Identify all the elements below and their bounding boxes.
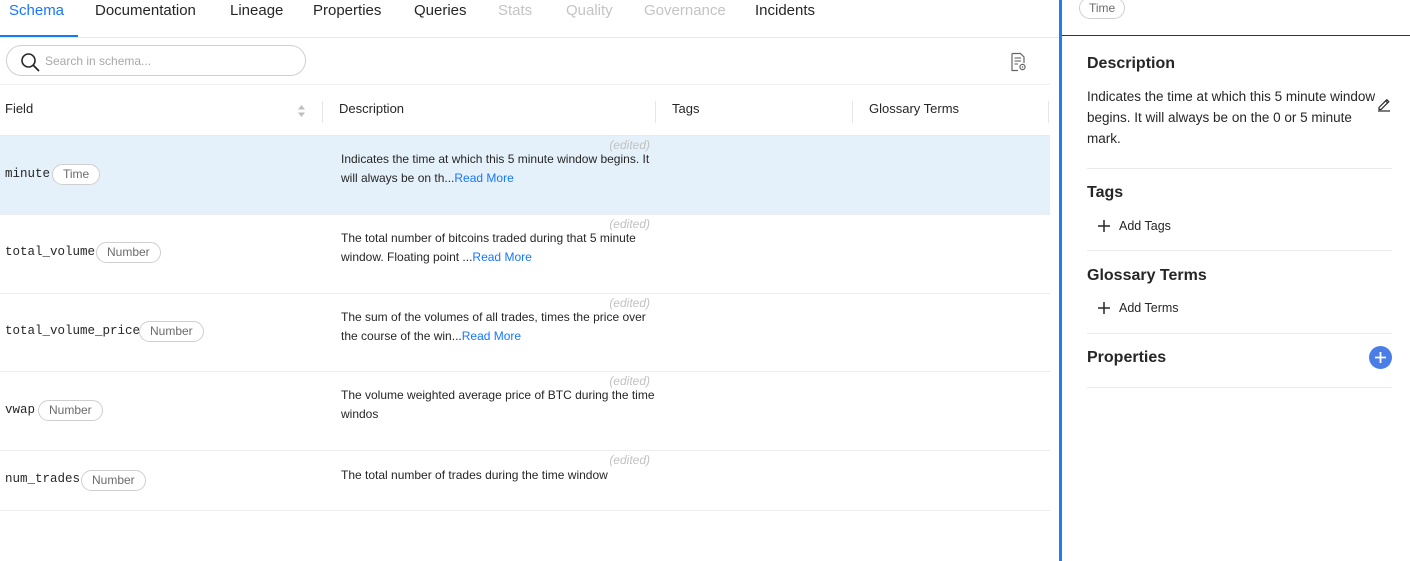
magnifier-icon — [21, 53, 40, 72]
table-row[interactable]: num_trades Number (edited) The total num… — [0, 451, 1050, 511]
description-text: The total number of trades during the ti… — [341, 468, 608, 482]
section-divider — [1087, 250, 1392, 251]
tab-governance: Governance — [644, 2, 726, 19]
active-tab-indicator — [0, 35, 78, 37]
document-settings-icon[interactable] — [1008, 52, 1028, 72]
description-column-header: Description — [339, 101, 405, 116]
field-name: vwap — [5, 403, 36, 417]
type-badge: Number — [38, 400, 103, 421]
type-badge: Number — [81, 470, 146, 491]
field-description: The sum of the volumes of all trades, ti… — [341, 308, 661, 346]
tab-documentation[interactable]: Documentation — [95, 1, 196, 21]
glossary-column-header: Glossary Terms — [869, 101, 960, 116]
table-header: Field Description Tags Glossary Terms — [0, 84, 1050, 136]
section-divider — [1087, 168, 1392, 169]
description-text: The volume weighted average price of BTC… — [341, 388, 655, 421]
description-section-title: Description — [1087, 55, 1176, 72]
description-text: Indicates the time at which this 5 minut… — [1087, 89, 1376, 146]
column-separator — [655, 101, 656, 123]
panel-header-divider — [1062, 35, 1410, 36]
entity-tabs: Schema Documentation Lineage Properties … — [0, 0, 1060, 38]
field-description: The volume weighted average price of BTC… — [341, 386, 661, 424]
schema-search[interactable] — [6, 45, 306, 76]
column-separator — [322, 101, 323, 123]
field-name: total_volume_price — [5, 324, 141, 338]
tags-section-title: Tags — [1087, 184, 1124, 201]
table-row[interactable]: vwap Number (edited) The volume weighted… — [0, 372, 1050, 451]
field-column-header[interactable]: Field — [5, 101, 33, 116]
type-badge: Number — [139, 321, 204, 342]
table-row[interactable]: total_volume_price Number (edited) The s… — [0, 294, 1050, 372]
section-divider — [1087, 333, 1392, 334]
type-badge: Time — [52, 164, 101, 185]
tags-column-header: Tags — [672, 101, 700, 116]
field-description: The total number of trades during the ti… — [341, 466, 661, 485]
schema-pane: Schema Documentation Lineage Properties … — [0, 0, 1060, 561]
add-terms-label: Add Terms — [1119, 301, 1179, 315]
table-row[interactable]: total_volume Number (edited) The total n… — [0, 215, 1050, 294]
read-more-link[interactable]: Read More — [472, 250, 531, 264]
field-name: total_volume — [5, 245, 96, 259]
field-name: minute — [5, 167, 51, 181]
schema-page: Schema Documentation Lineage Properties … — [0, 0, 1410, 561]
type-badge: Time — [1079, 0, 1126, 19]
field-name: num_trades — [5, 472, 81, 486]
field-description: The total number of bitcoins traded duri… — [341, 229, 661, 267]
add-tags-label: Add Tags — [1119, 219, 1171, 233]
plus-icon — [1098, 302, 1110, 314]
section-divider — [1087, 387, 1392, 388]
table-row[interactable]: minute Time (edited) Indicates the time … — [0, 136, 1050, 215]
search-input[interactable] — [45, 50, 295, 72]
type-badge: Number — [96, 242, 161, 263]
tab-queries[interactable]: Queries — [414, 1, 467, 21]
tab-lineage[interactable]: Lineage — [230, 1, 283, 21]
read-more-link[interactable]: Read More — [462, 329, 521, 343]
plus-icon — [1098, 220, 1110, 232]
tab-schema[interactable]: Schema — [9, 1, 64, 21]
pencil-icon[interactable] — [1376, 96, 1392, 112]
column-separator — [1048, 101, 1049, 123]
column-separator — [852, 101, 853, 123]
edited-label: (edited) — [609, 453, 650, 467]
read-more-link[interactable]: Read More — [454, 171, 513, 185]
glossary-section-title: Glossary Terms — [1087, 267, 1207, 284]
field-details-panel: Time Description Indicates the time at w… — [1062, 0, 1410, 561]
field-description: Indicates the time at which this 5 minut… — [341, 150, 661, 188]
tab-incidents[interactable]: Incidents — [755, 1, 815, 21]
tab-quality: Quality — [566, 2, 613, 19]
tab-stats: Stats — [498, 2, 533, 19]
properties-section-title: Properties — [1087, 349, 1167, 366]
sort-arrows-icon[interactable] — [297, 104, 306, 118]
tab-properties[interactable]: Properties — [313, 1, 381, 21]
add-property-button[interactable] — [1369, 346, 1392, 369]
